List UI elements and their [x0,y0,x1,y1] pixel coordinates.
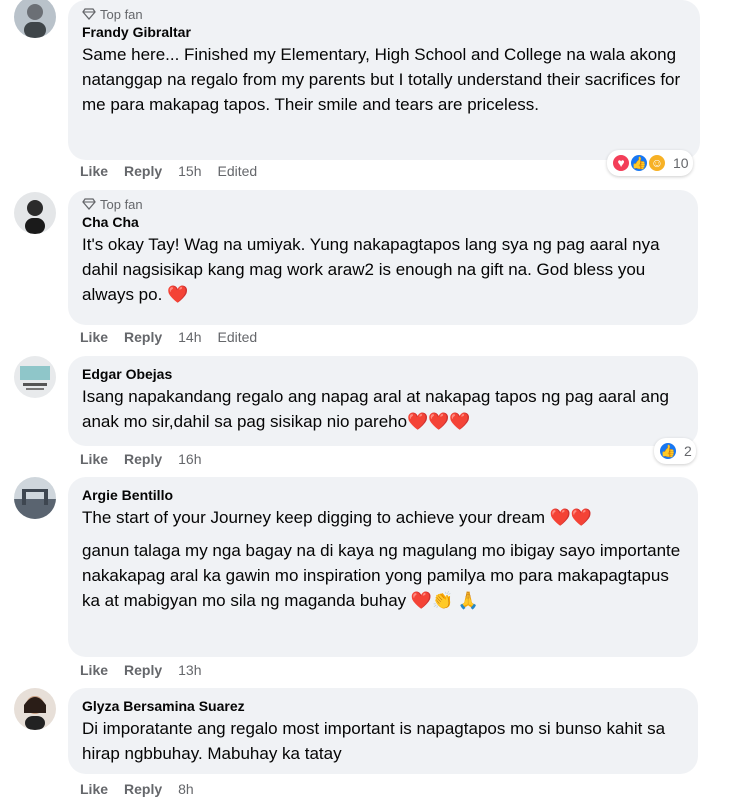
like-button[interactable]: Like [80,781,108,797]
thumbs-up-icon: 👍 [658,441,678,461]
reaction-summary[interactable]: 👍 2 [654,438,696,464]
comment-bubble: Glyza Bersamina Suarez Di imporatante an… [68,688,698,774]
like-button[interactable]: Like [80,329,108,345]
comment-actions: Like Reply 14h Edited [80,329,257,345]
comment-actions: Like Reply 16h [80,451,202,467]
like-button[interactable]: Like [80,163,108,179]
timestamp[interactable]: 8h [178,781,194,797]
comment-actions: Like Reply 8h [80,781,194,797]
comment-author[interactable]: Edgar Obejas [82,366,684,382]
avatar[interactable] [14,0,56,38]
reaction-count: 10 [673,155,689,171]
diamond-icon [82,8,96,20]
reply-button[interactable]: Reply [124,781,162,797]
timestamp[interactable]: 16h [178,451,201,467]
comment-bubble: Top fan Frandy Gibraltar Same here... Fi… [68,0,700,160]
top-fan-badge[interactable]: Top fan [82,196,684,212]
comment-text: Isang napakandang regalo ang napag aral … [82,387,669,431]
comment-author[interactable]: Argie Bentillo [82,487,684,503]
top-fan-badge[interactable]: Top fan [82,6,686,22]
reply-button[interactable]: Reply [124,662,162,678]
timestamp[interactable]: 15h [178,163,201,179]
comment-text: Di imporatante ang regalo most important… [82,719,666,763]
thumbs-up-icon: 👍 [629,153,649,173]
reply-button[interactable]: Reply [124,451,162,467]
reaction-count: 2 [684,443,692,459]
comment-text: Same here... Finished my Elementary, Hig… [82,45,681,114]
comment-actions: Like Reply 15h Edited [80,163,257,179]
comment-actions: Like Reply 13h [80,662,202,678]
avatar[interactable] [14,356,56,398]
comment-bubble: Edgar Obejas Isang napakandang regalo an… [68,356,698,446]
care-icon: ☺ [647,153,667,173]
avatar[interactable] [14,477,56,519]
comment-author[interactable]: Frandy Gibraltar [82,24,686,40]
heart-icon: ♥ [611,153,631,173]
comment-bubble: Top fan Cha Cha It's okay Tay! Wag na um… [68,190,698,325]
comment-author[interactable]: Cha Cha [82,214,684,230]
timestamp[interactable]: 14h [178,329,201,345]
reaction-summary[interactable]: ♥ 👍 ☺ 10 [607,150,693,176]
comment-text: It's okay Tay! Wag na umiyak. Yung nakap… [82,235,660,304]
comment-author[interactable]: Glyza Bersamina Suarez [82,698,684,714]
comment-text: The start of your Journey keep digging t… [82,508,681,610]
reply-button[interactable]: Reply [124,329,162,345]
diamond-icon [82,198,96,210]
edited-label[interactable]: Edited [218,163,258,179]
avatar[interactable] [14,688,56,730]
reply-button[interactable]: Reply [124,163,162,179]
timestamp[interactable]: 13h [178,662,201,678]
like-button[interactable]: Like [80,451,108,467]
avatar[interactable] [14,192,56,234]
like-button[interactable]: Like [80,662,108,678]
comment-bubble: Argie Bentillo The start of your Journey… [68,477,698,657]
edited-label[interactable]: Edited [218,329,258,345]
